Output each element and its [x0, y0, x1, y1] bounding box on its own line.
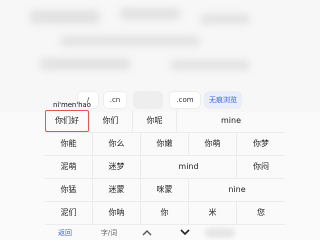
candidate[interactable]: 你呐 [93, 202, 141, 224]
private-browsing-button[interactable]: 无痕浏览 [205, 92, 241, 108]
candidate[interactable]: 你嫩 [141, 133, 189, 155]
candidate[interactable]: 你呢 [133, 110, 177, 132]
chevron-down-icon [180, 229, 190, 236]
candidate-row: 泥们 你呐 你 米 您 [45, 202, 285, 225]
candidate[interactable]: 迷蒙 [93, 179, 141, 201]
quick-input-bar: / .cn .com 无痕浏览 [0, 88, 320, 112]
candidate[interactable]: 你们 [89, 110, 133, 132]
ime-screen: / .cn .com 无痕浏览 ni'men'hao 你们好 你们 你呢 min… [0, 0, 320, 240]
candidate[interactable]: 你闷 [237, 156, 285, 178]
blurred-shortcut-key[interactable] [134, 92, 162, 108]
page-up-button[interactable] [135, 226, 159, 240]
candidate-selected[interactable]: 你们好 [45, 110, 89, 132]
back-button[interactable]: 返回 [45, 226, 85, 240]
candidate-row: 你能 你么 你嫩 你萌 你梦 [45, 133, 285, 156]
candidate-bottom-bar: 返回 字/词 [45, 226, 285, 240]
page-down-button[interactable] [173, 226, 197, 240]
candidate[interactable]: 你梦 [237, 133, 285, 155]
blurred-control [205, 228, 235, 238]
candidate-row: 你们好 你们 你呢 mine [45, 110, 285, 133]
candidate[interactable]: 泥们 [45, 202, 93, 224]
candidate[interactable]: 咪蒙 [141, 179, 189, 201]
candidate[interactable]: 你猛 [45, 179, 93, 201]
cn-key[interactable]: .cn [104, 92, 126, 108]
pinyin-composition: ni'men'hao [53, 101, 91, 109]
candidate[interactable]: 你 [141, 202, 189, 224]
candidate-row: 泥萌 迷梦 mind 你闷 [45, 156, 285, 179]
candidate[interactable]: 迷梦 [93, 156, 141, 178]
candidate-grid: 你们好 你们 你呢 mine 你能 你么 你嫩 你萌 你梦 泥萌 迷梦 mind… [45, 110, 285, 226]
candidate[interactable]: 米 [189, 202, 237, 224]
candidate[interactable]: 你萌 [189, 133, 237, 155]
candidate[interactable]: 你么 [93, 133, 141, 155]
candidate[interactable]: 您 [237, 202, 285, 224]
char-word-toggle[interactable]: 字/词 [89, 226, 129, 240]
com-key[interactable]: .com [170, 92, 200, 108]
candidate[interactable]: mine [177, 110, 285, 132]
candidate-row: 你猛 迷蒙 咪蒙 nine [45, 179, 285, 202]
candidate[interactable]: nine [189, 179, 285, 201]
chevron-up-icon [142, 230, 152, 236]
candidate[interactable]: mind [141, 156, 237, 178]
candidate[interactable]: 泥萌 [45, 156, 93, 178]
candidate[interactable]: 你能 [45, 133, 93, 155]
background-app-content [0, 0, 320, 92]
